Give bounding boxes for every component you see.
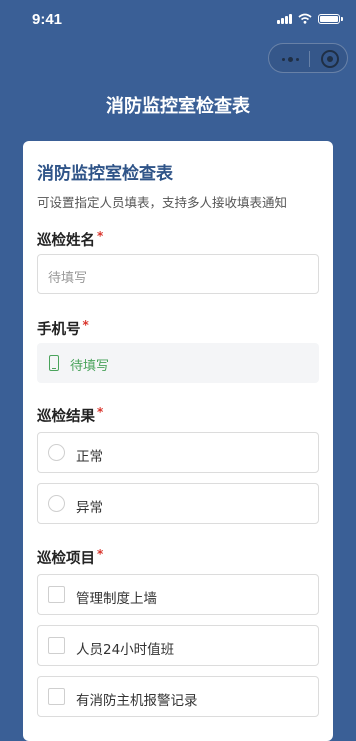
items-option-0[interactable]: 管理制度上墙 — [37, 574, 319, 615]
option-label: 异常 — [76, 500, 103, 516]
signal-icon — [277, 13, 292, 24]
mini-program-capsule — [268, 43, 348, 73]
name-input[interactable]: 待填写 — [37, 254, 319, 294]
result-option-abnormal[interactable]: 异常 — [37, 483, 319, 524]
required-mark: * — [97, 405, 104, 419]
result-label: 巡检结果 * — [37, 405, 103, 426]
required-mark: * — [97, 229, 104, 243]
phone-input[interactable]: 待填写 — [37, 343, 319, 383]
items-label-text: 巡检项目 — [37, 551, 95, 567]
status-bar: 9:41 — [0, 0, 356, 40]
wifi-icon — [298, 13, 312, 24]
phone-label-text: 手机号 — [37, 322, 81, 338]
option-label: 正常 — [76, 449, 103, 465]
items-label: 巡检项目 * — [37, 547, 103, 568]
option-label: 人员24小时值班 — [76, 642, 175, 658]
phone-icon — [49, 355, 59, 371]
items-option-1[interactable]: 人员24小时值班 — [37, 625, 319, 666]
phone-placeholder: 待填写 — [70, 359, 110, 374]
option-label: 有消防主机报警记录 — [76, 693, 198, 709]
form-description: 可设置指定人员填表，支持多人接收填表通知 — [37, 195, 288, 210]
name-label-text: 巡检姓名 — [37, 233, 95, 249]
name-label: 巡检姓名 * — [37, 229, 103, 250]
checkbox[interactable] — [48, 637, 65, 654]
close-target-icon[interactable] — [321, 50, 339, 68]
name-placeholder: 待填写 — [48, 271, 88, 286]
battery-icon — [318, 13, 343, 24]
more-icon[interactable] — [282, 57, 299, 62]
phone-label: 手机号 * — [37, 318, 89, 339]
radio-button[interactable] — [48, 495, 65, 512]
checkbox[interactable] — [48, 688, 65, 705]
page-title: 消防监控室检查表 — [106, 96, 250, 117]
checkbox[interactable] — [48, 586, 65, 603]
radio-button[interactable] — [48, 444, 65, 461]
status-time: 9:41 — [32, 11, 63, 28]
form-card: 消防监控室检查表 可设置指定人员填表，支持多人接收填表通知 巡检姓名 * 待填写 … — [23, 141, 333, 741]
form-title: 消防监控室检查表 — [37, 164, 173, 184]
result-option-normal[interactable]: 正常 — [37, 432, 319, 473]
option-label: 管理制度上墙 — [76, 591, 157, 607]
status-icons — [277, 13, 343, 24]
capsule-divider — [309, 51, 310, 67]
result-label-text: 巡检结果 — [37, 409, 95, 425]
required-mark: * — [97, 547, 104, 561]
required-mark: * — [82, 318, 89, 332]
items-option-2[interactable]: 有消防主机报警记录 — [37, 676, 319, 717]
